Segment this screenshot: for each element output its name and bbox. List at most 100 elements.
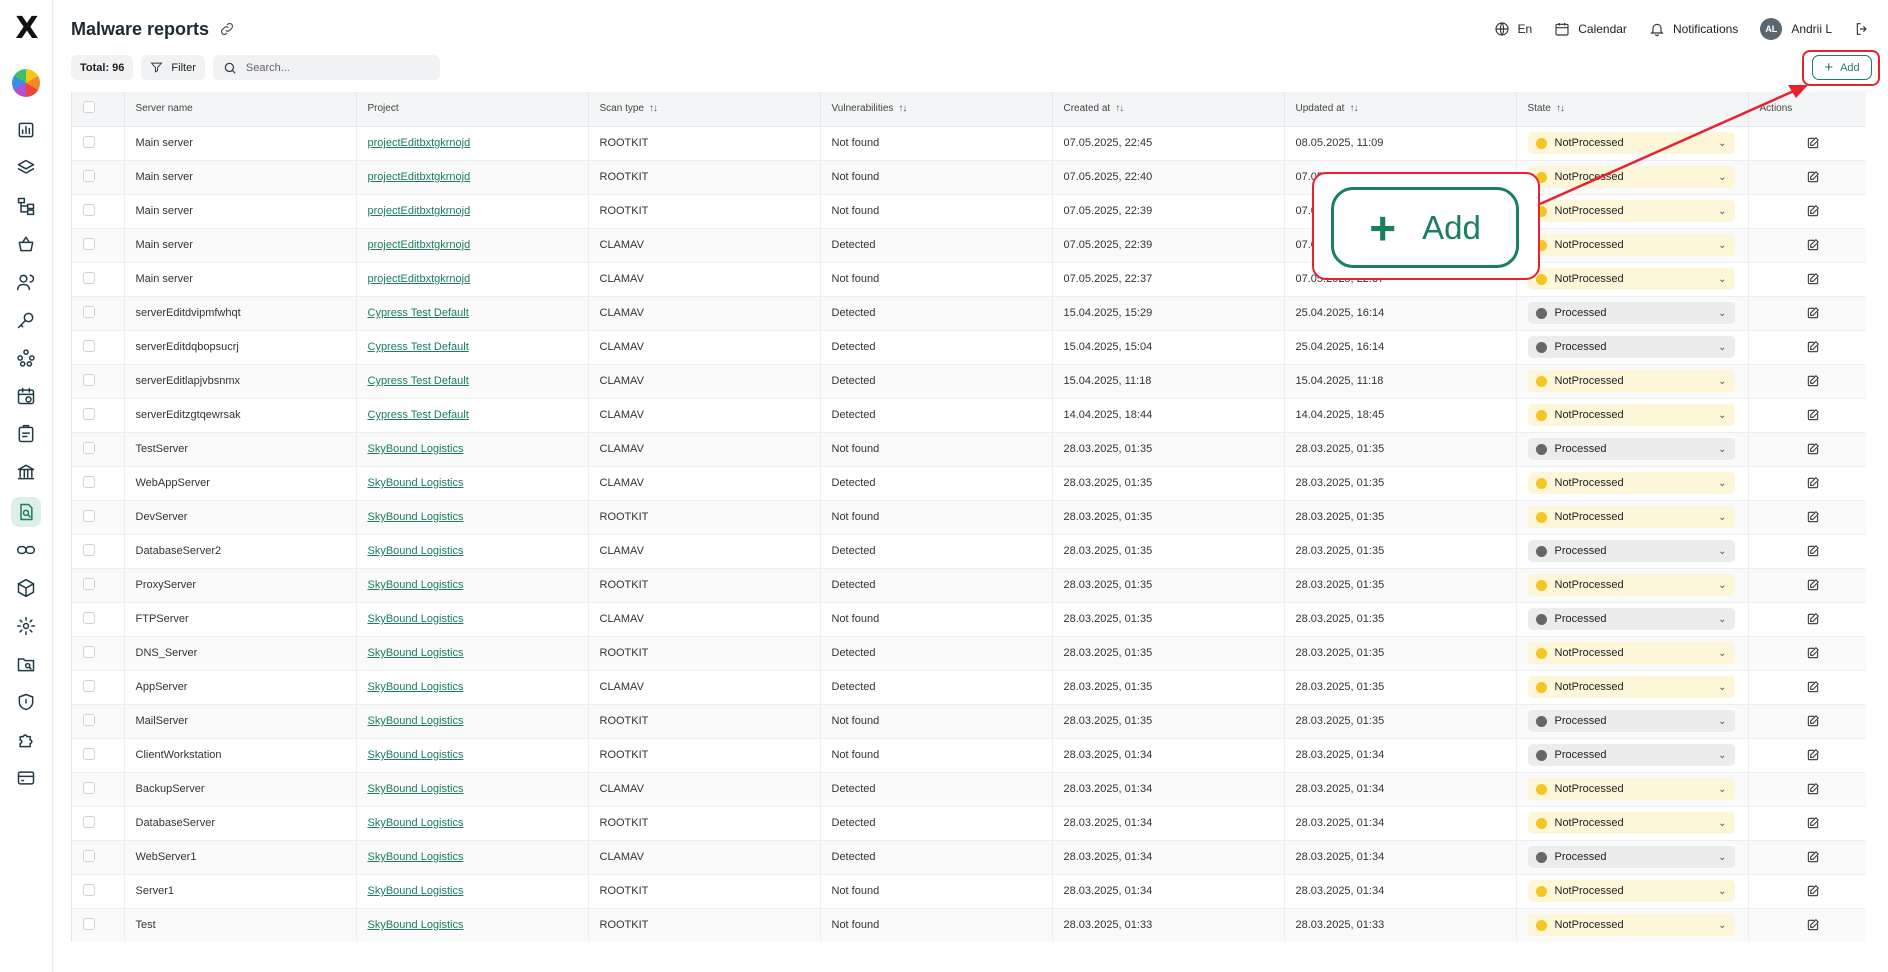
table-row[interactable]: WebServer1 SkyBound Logistics CLAMAV Detect… (72, 840, 1866, 875)
row-checkbox[interactable] (83, 135, 95, 148)
col-scan-type[interactable]: Scan type ↑↓ (588, 92, 821, 127)
table-row[interactable]: Main server projectEditbxtgkrnojd ROOTKIT N… (72, 194, 1866, 229)
project-link[interactable]: SkyBound Logistics (368, 545, 464, 557)
settings-icon[interactable] (11, 611, 41, 641)
table-row[interactable]: serverEditdqbopsucrj Cypress Test Default… (72, 330, 1867, 365)
project-link[interactable]: SkyBound Logistics (368, 681, 464, 693)
row-checkbox[interactable] (83, 271, 95, 284)
project-link[interactable]: projectEditbxtgkrnojd (368, 137, 471, 149)
sort-icon[interactable]: ↑↓ (1349, 103, 1358, 114)
edit-icon[interactable] (1760, 612, 1867, 626)
edit-icon[interactable] (1760, 408, 1867, 422)
table-row[interactable]: Main server projectEditbxtgkrnojd ROOTKIT N… (72, 126, 1867, 161)
row-checkbox[interactable] (83, 237, 95, 250)
logo-icon[interactable]: X (13, 14, 41, 44)
basket-icon[interactable] (11, 229, 41, 259)
state-select[interactable]: NotProcessed ⌄ (1527, 268, 1735, 290)
edit-icon[interactable] (1760, 544, 1867, 558)
project-link[interactable]: Cypress Test Default (368, 375, 469, 387)
calendar-check-icon[interactable] (11, 381, 41, 411)
state-select[interactable]: Processed ⌄ (1527, 438, 1735, 460)
row-checkbox[interactable] (83, 441, 95, 454)
project-link[interactable]: projectEditbxtgkrnojd (368, 205, 471, 217)
table-row[interactable]: WebAppServer SkyBound Logistics CLAMAV Dete… (72, 466, 1866, 501)
row-checkbox[interactable] (83, 883, 95, 896)
edit-icon[interactable] (1760, 170, 1867, 184)
state-select[interactable]: NotProcessed ⌄ (1527, 132, 1735, 154)
table-row[interactable]: Server1 SkyBound Logistics ROOTKIT Not foun… (72, 874, 1867, 909)
row-checkbox[interactable] (83, 169, 95, 182)
edit-icon[interactable] (1760, 306, 1867, 320)
search-input[interactable] (245, 61, 416, 74)
state-select[interactable]: NotProcessed ⌄ (1527, 676, 1735, 698)
edit-icon[interactable] (1760, 646, 1867, 660)
project-link[interactable]: SkyBound Logistics (368, 851, 464, 863)
table-row[interactable]: MailServer SkyBound Logistics ROOTKIT Not f… (72, 704, 1866, 739)
table-row[interactable]: Test SkyBound Logistics ROOTKIT Not found 28… (72, 908, 1866, 942)
edit-icon[interactable] (1760, 748, 1867, 762)
row-checkbox[interactable] (83, 339, 95, 352)
color-wheel-icon[interactable] (12, 69, 40, 97)
select-all-checkbox[interactable] (83, 101, 95, 114)
storage-icon[interactable] (11, 763, 41, 793)
key-icon[interactable] (11, 305, 41, 335)
clipboard-icon[interactable] (11, 419, 41, 449)
state-select[interactable]: NotProcessed ⌄ (1527, 778, 1735, 800)
table-row[interactable]: Main server projectEditbxtgkrnojd CLAMAV De… (72, 228, 1867, 263)
row-checkbox[interactable] (83, 917, 95, 930)
col-updated-at[interactable]: Updated at ↑↓ (1284, 92, 1517, 127)
calendar-button[interactable]: Calendar (1554, 21, 1627, 37)
project-link[interactable]: SkyBound Logistics (368, 749, 464, 761)
project-link[interactable]: projectEditbxtgkrnojd (368, 171, 471, 183)
table-row[interactable]: DNS_Server SkyBound Logistics ROOTKIT Detec… (72, 636, 1867, 671)
state-select[interactable]: NotProcessed ⌄ (1527, 642, 1735, 664)
state-select[interactable]: NotProcessed ⌄ (1527, 574, 1735, 596)
edit-icon[interactable] (1760, 340, 1867, 354)
project-link[interactable]: SkyBound Logistics (368, 579, 464, 591)
state-select[interactable]: Processed ⌄ (1527, 540, 1735, 562)
edit-icon[interactable] (1760, 238, 1867, 252)
project-link[interactable]: SkyBound Logistics (368, 885, 464, 897)
layers-icon[interactable] (11, 153, 41, 183)
edit-icon[interactable] (1760, 442, 1867, 456)
state-select[interactable]: NotProcessed ⌄ (1527, 472, 1735, 494)
state-select[interactable]: NotProcessed ⌄ (1527, 914, 1735, 936)
state-select[interactable]: NotProcessed ⌄ (1527, 506, 1735, 528)
logout-button[interactable] (1854, 21, 1870, 37)
state-select[interactable]: NotProcessed ⌄ (1527, 404, 1735, 426)
malware-report-icon[interactable] (11, 497, 41, 527)
state-select[interactable]: Processed ⌄ (1527, 336, 1735, 358)
bank-icon[interactable] (11, 457, 41, 487)
row-checkbox[interactable] (83, 543, 95, 556)
row-checkbox[interactable] (83, 509, 95, 522)
sort-icon[interactable]: ↑↓ (898, 103, 907, 114)
table-row[interactable]: TestServer SkyBound Logistics CLAMAV Not fo… (72, 432, 1867, 467)
table-row[interactable]: AppServer SkyBound Logistics CLAMAV Detecte… (72, 670, 1867, 705)
row-checkbox[interactable] (83, 645, 95, 658)
table-row[interactable]: Main server projectEditbxtgkrnojd CLAMAV No… (72, 262, 1866, 297)
folder-search-icon[interactable] (11, 649, 41, 679)
edit-icon[interactable] (1760, 884, 1867, 898)
table-row[interactable]: FTPServer SkyBound Logistics CLAMAV Not fou… (72, 602, 1867, 637)
link-icon[interactable] (219, 21, 235, 37)
table-row[interactable]: Main server projectEditbxtgkrnojd ROOTKIT N… (72, 160, 1867, 195)
edit-icon[interactable] (1760, 578, 1867, 592)
table-row[interactable]: serverEditzgtqewrsak Cypress Test Default… (72, 398, 1867, 433)
project-link[interactable]: projectEditbxtgkrnojd (368, 239, 471, 251)
project-link[interactable]: Cypress Test Default (368, 409, 469, 421)
project-link[interactable]: SkyBound Logistics (368, 817, 464, 829)
state-select[interactable]: Processed ⌄ (1527, 744, 1735, 766)
language-selector[interactable]: En (1494, 21, 1532, 37)
state-select[interactable]: NotProcessed ⌄ (1527, 200, 1735, 222)
project-link[interactable]: SkyBound Logistics (368, 919, 464, 931)
row-checkbox[interactable] (83, 577, 95, 590)
project-link[interactable]: SkyBound Logistics (368, 477, 464, 489)
edit-icon[interactable] (1760, 136, 1867, 150)
notifications-button[interactable]: Notifications (1649, 21, 1738, 37)
row-checkbox[interactable] (83, 849, 95, 862)
sort-icon[interactable]: ↑↓ (1115, 103, 1124, 114)
edit-icon[interactable] (1760, 680, 1867, 694)
row-checkbox[interactable] (83, 611, 95, 624)
link-icon[interactable] (11, 535, 41, 565)
project-link[interactable]: projectEditbxtgkrnojd (368, 273, 471, 285)
